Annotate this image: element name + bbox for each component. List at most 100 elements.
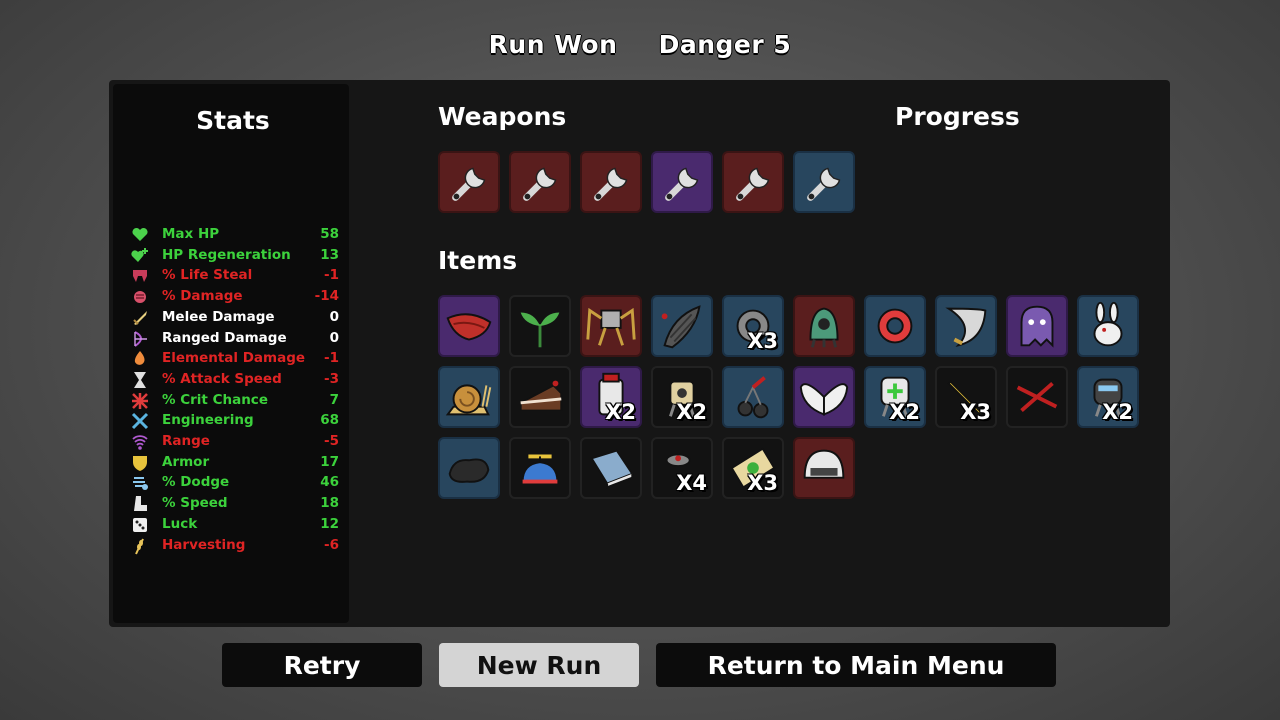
item-slot[interactable]	[509, 295, 571, 357]
item-slot[interactable]	[438, 295, 500, 357]
stat-row: % Crit Chance 7	[131, 390, 339, 410]
item-quantity: X2	[676, 400, 707, 424]
stat-row: Armor 17	[131, 452, 339, 472]
item-slot[interactable]: X2	[580, 366, 642, 428]
return-to-main-menu-button[interactable]: Return to Main Menu	[656, 643, 1056, 687]
stat-row: Harvesting -6	[131, 535, 339, 555]
stat-row: % Damage -14	[131, 286, 339, 306]
stat-value: -6	[324, 536, 339, 553]
signal-icon	[131, 433, 149, 450]
stat-value: 18	[320, 495, 339, 512]
stat-value: 68	[320, 412, 339, 429]
stat-row: Range -5	[131, 431, 339, 451]
stat-label: Engineering	[162, 412, 254, 429]
stat-label: % Life Steal	[162, 267, 253, 284]
wrench-cross-icon	[131, 412, 149, 430]
item-slot[interactable]: X2	[651, 366, 713, 428]
stat-label: Harvesting	[162, 536, 246, 553]
weapons-title: Weapons	[438, 102, 567, 131]
item-slot[interactable]	[438, 437, 500, 499]
retry-button[interactable]: Retry	[222, 643, 422, 687]
stat-label: Luck	[162, 515, 198, 532]
item-slot[interactable]	[935, 295, 997, 357]
fangs-icon	[131, 267, 149, 283]
wheat-icon	[131, 537, 149, 554]
stat-row: Luck 12	[131, 514, 339, 534]
item-slot[interactable]	[793, 295, 855, 357]
item-quantity: X2	[889, 400, 920, 424]
stat-label: Range	[162, 433, 210, 449]
stat-label: HP Regeneration	[162, 246, 291, 263]
stat-row: % Dodge 46	[131, 472, 339, 492]
stat-value: 58	[320, 226, 339, 242]
sword-icon	[131, 309, 149, 325]
bow-icon	[131, 330, 149, 347]
run-summary-header: Run Won Danger 5	[0, 30, 1280, 59]
stat-value: 7	[329, 391, 339, 408]
danger-level: Danger 5	[658, 30, 792, 59]
stat-row: Elemental Damage -1	[131, 348, 339, 368]
stats-title: Stats	[196, 106, 270, 135]
item-slot[interactable]	[1006, 366, 1068, 428]
stat-label: % Attack Speed	[162, 370, 282, 387]
weapon-slot[interactable]	[651, 151, 713, 213]
item-slot[interactable]: X3	[722, 437, 784, 499]
stat-row: % Attack Speed -3	[131, 369, 339, 389]
item-slot[interactable]	[1077, 295, 1139, 357]
stat-value: 17	[320, 453, 339, 470]
item-slot[interactable]	[509, 366, 571, 428]
item-slot[interactable]	[438, 366, 500, 428]
weapon-slot[interactable]	[722, 151, 784, 213]
item-slot[interactable]: X4	[651, 437, 713, 499]
item-slot[interactable]: X2	[1077, 366, 1139, 428]
stat-row: HP Regeneration 13	[131, 245, 339, 265]
stat-value: -1	[324, 350, 339, 367]
item-slot[interactable]	[722, 366, 784, 428]
items-title: Items	[438, 246, 518, 275]
weapon-slot[interactable]	[793, 151, 855, 213]
stat-label: % Dodge	[162, 474, 230, 491]
shield-icon	[131, 454, 149, 471]
item-slot[interactable]	[793, 366, 855, 428]
weapon-slot[interactable]	[580, 151, 642, 213]
item-slot[interactable]	[509, 437, 571, 499]
stat-value: -14	[314, 288, 339, 305]
stat-value: 0	[329, 329, 339, 346]
item-quantity: X3	[960, 400, 991, 424]
item-quantity: X2	[605, 400, 636, 424]
item-slot[interactable]	[793, 437, 855, 499]
stat-label: Armor	[162, 453, 210, 470]
stat-label: Max HP	[162, 226, 220, 242]
flame-icon	[131, 350, 149, 366]
weapon-slot[interactable]	[438, 151, 500, 213]
item-slot[interactable]	[580, 295, 642, 357]
item-slot[interactable]	[651, 295, 713, 357]
run-summary-panel: Stats Max HP 58 HP Regeneration 13 % Life St…	[109, 80, 1170, 627]
stat-label: Elemental Damage	[162, 350, 306, 367]
item-quantity: X3	[747, 471, 778, 495]
stat-row: Ranged Damage 0	[131, 328, 339, 348]
new-run-button[interactable]: New Run	[439, 643, 639, 687]
stat-label: % Damage	[162, 288, 243, 305]
stat-row: % Life Steal -1	[131, 265, 339, 285]
item-slot[interactable]: X3	[722, 295, 784, 357]
heart-icon	[131, 226, 149, 242]
stat-row: Engineering 68	[131, 410, 339, 430]
stat-label: Ranged Damage	[162, 329, 287, 346]
item-slot[interactable]: X3	[935, 366, 997, 428]
dodge-icon	[131, 474, 149, 491]
item-slot[interactable]	[864, 295, 926, 357]
weapon-slot[interactable]	[509, 151, 571, 213]
stat-row: % Speed 18	[131, 493, 339, 513]
stat-label: % Speed	[162, 495, 228, 512]
stat-row: Max HP 58	[131, 224, 339, 244]
item-quantity: X3	[747, 329, 778, 353]
boot-icon	[131, 495, 149, 512]
stat-value: -3	[324, 370, 339, 387]
item-slot[interactable]	[580, 437, 642, 499]
progress-title: Progress	[895, 102, 1020, 131]
stat-row: Melee Damage 0	[131, 307, 339, 327]
item-slot[interactable]	[1006, 295, 1068, 357]
item-slot[interactable]: X2	[864, 366, 926, 428]
stat-label: Melee Damage	[162, 308, 275, 325]
